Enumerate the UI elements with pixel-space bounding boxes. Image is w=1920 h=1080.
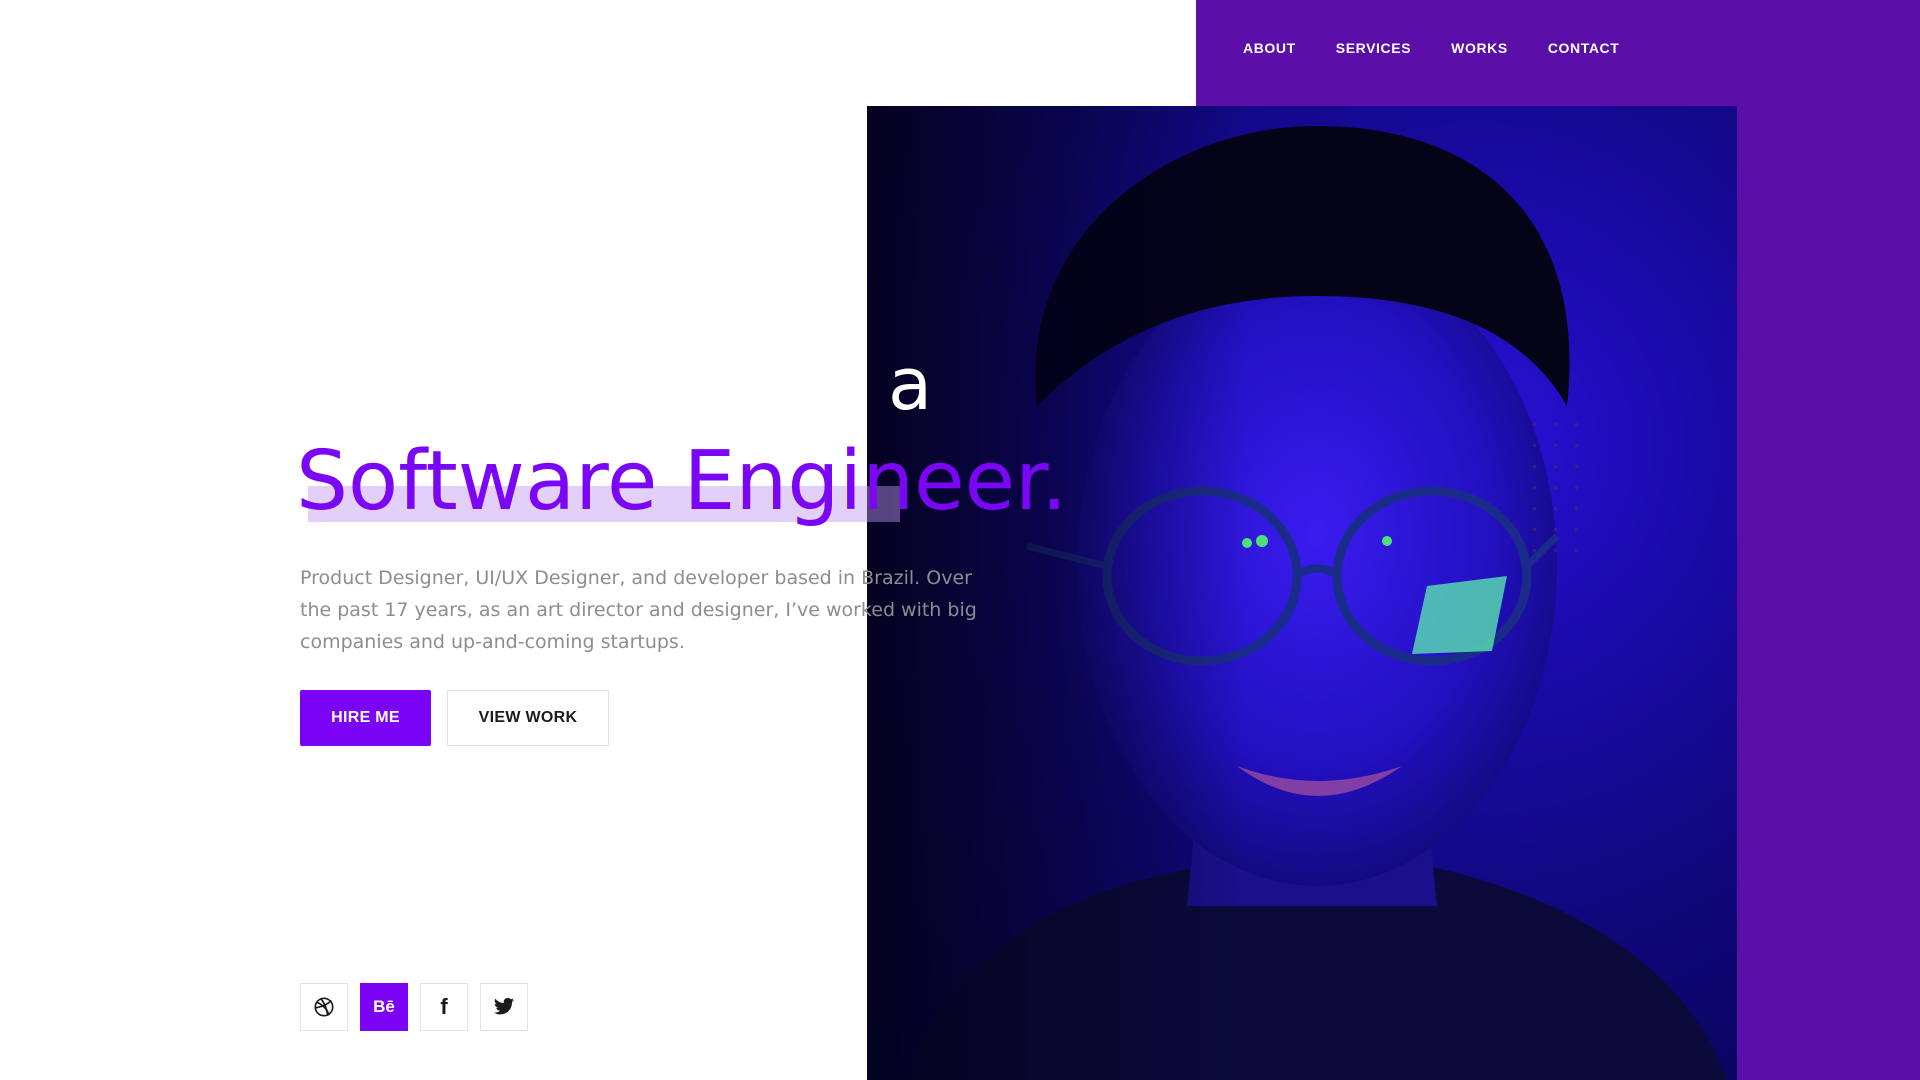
hero-description: Product Designer, UI/UX Designer, and de… <box>300 567 977 653</box>
nav-item-services[interactable]: SERVICES <box>1336 36 1411 60</box>
behance-icon: Bē <box>373 997 395 1016</box>
view-work-button[interactable]: VIEW WORK <box>447 690 609 746</box>
hire-me-button[interactable]: HIRE ME <box>300 690 431 746</box>
hero-title: Software Engineer. <box>296 434 1068 529</box>
page: ABOUT SERVICES WORKS CONTACT a Software … <box>0 0 1920 1080</box>
dot-grid-decoration <box>1524 414 1596 570</box>
facebook-icon: f <box>440 994 448 1019</box>
nav-item-about[interactable]: ABOUT <box>1243 36 1296 60</box>
behance-link[interactable]: Bē <box>360 983 408 1031</box>
hero-title-wrap: Software Engineer. <box>296 432 1067 532</box>
twitter-icon <box>493 997 515 1015</box>
top-nav: ABOUT SERVICES WORKS CONTACT <box>1243 36 1659 60</box>
twitter-link[interactable] <box>480 983 528 1031</box>
nav-item-works[interactable]: WORKS <box>1451 36 1508 60</box>
dribbble-link[interactable] <box>300 983 348 1031</box>
portrait-photo <box>867 106 1737 1080</box>
social-links: Bē f <box>300 983 528 1031</box>
dribbble-icon <box>314 997 334 1017</box>
nav-item-contact[interactable]: CONTACT <box>1548 36 1620 60</box>
hero-prefix: a <box>888 342 933 426</box>
facebook-link[interactable]: f <box>420 983 468 1031</box>
